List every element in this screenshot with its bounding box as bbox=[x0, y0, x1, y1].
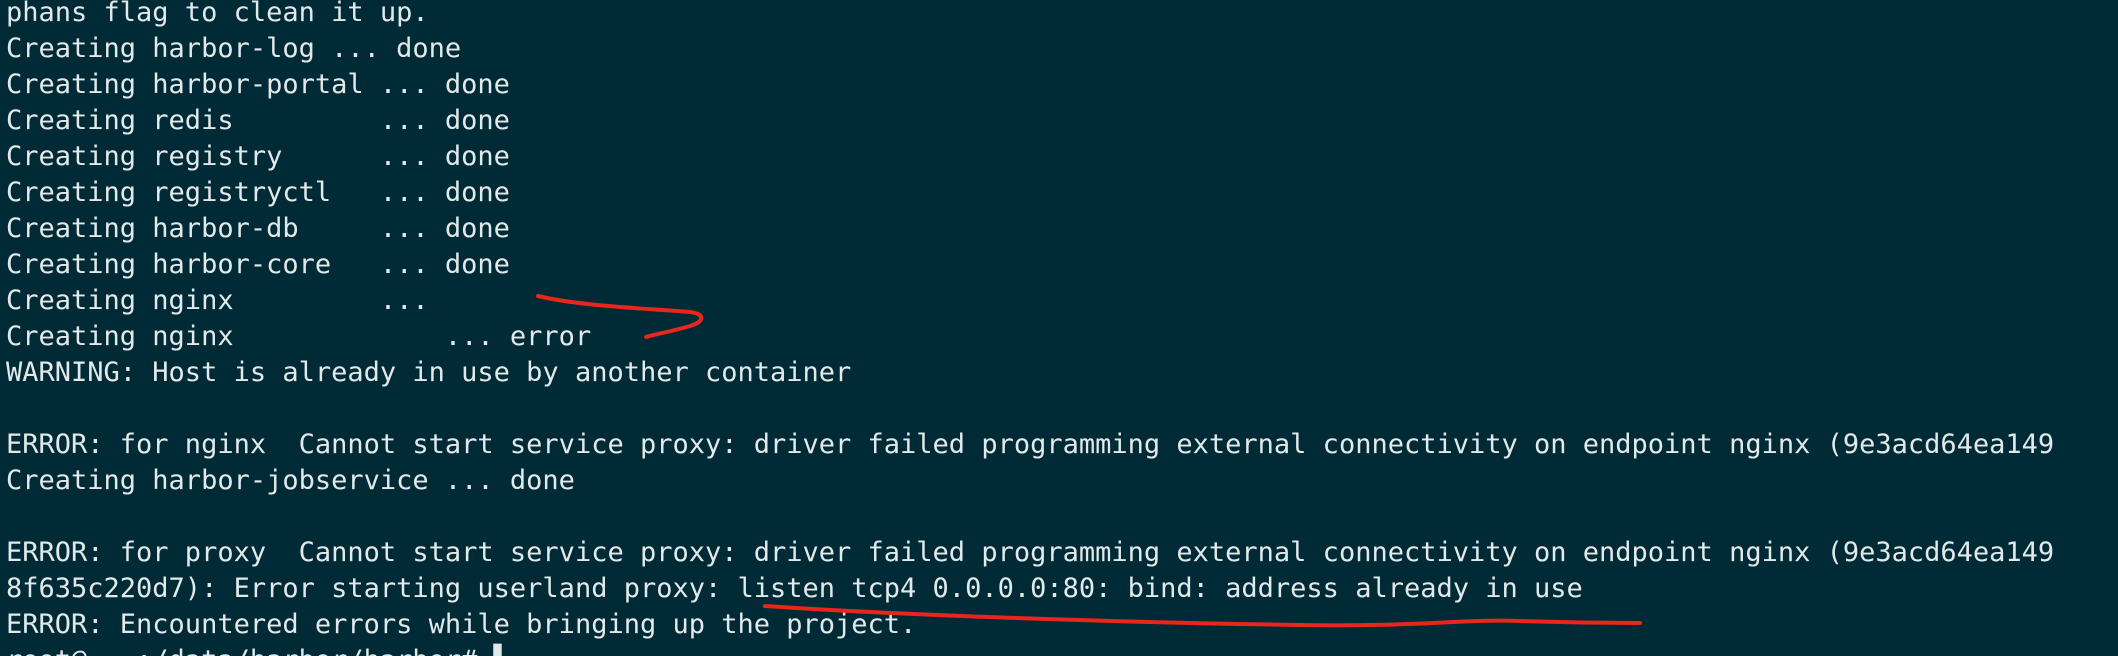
error-line: ERROR: Encountered errors while bringing… bbox=[6, 609, 917, 640]
terminal-window[interactable]: phans flag to clean it up. Creating harb… bbox=[0, 0, 2118, 656]
terminal-output: phans flag to clean it up. Creating harb… bbox=[6, 0, 2054, 656]
terminal-line: Creating registryctl ... done bbox=[6, 177, 510, 208]
terminal-line: Creating harbor-core ... done bbox=[6, 249, 510, 280]
terminal-line: Creating nginx ... bbox=[6, 285, 445, 316]
terminal-line: Creating harbor-log ... done bbox=[6, 33, 462, 64]
terminal-line: Creating harbor-jobservice ... done bbox=[6, 465, 575, 496]
terminal-line: Creating registry ... done bbox=[6, 141, 510, 172]
error-line: ERROR: for nginx Cannot start service pr… bbox=[6, 429, 2055, 460]
warning-line: WARNING: Host is already in use by anoth… bbox=[6, 357, 852, 388]
error-line: ERROR: for proxy Cannot start service pr… bbox=[6, 537, 2055, 568]
shell-prompt[interactable]: root@...:/data/harbor/harbor# ▌ bbox=[6, 643, 2054, 656]
terminal-line: Creating harbor-db ... done bbox=[6, 213, 510, 244]
terminal-line: Creating harbor-portal ... done bbox=[6, 69, 510, 100]
terminal-line: Creating redis ... done bbox=[6, 105, 510, 136]
error-line: 8f635c220d7): Error starting userland pr… bbox=[6, 573, 1583, 604]
terminal-line: Creating nginx ... error bbox=[6, 321, 592, 352]
terminal-line: phans flag to clean it up. bbox=[6, 0, 429, 28]
